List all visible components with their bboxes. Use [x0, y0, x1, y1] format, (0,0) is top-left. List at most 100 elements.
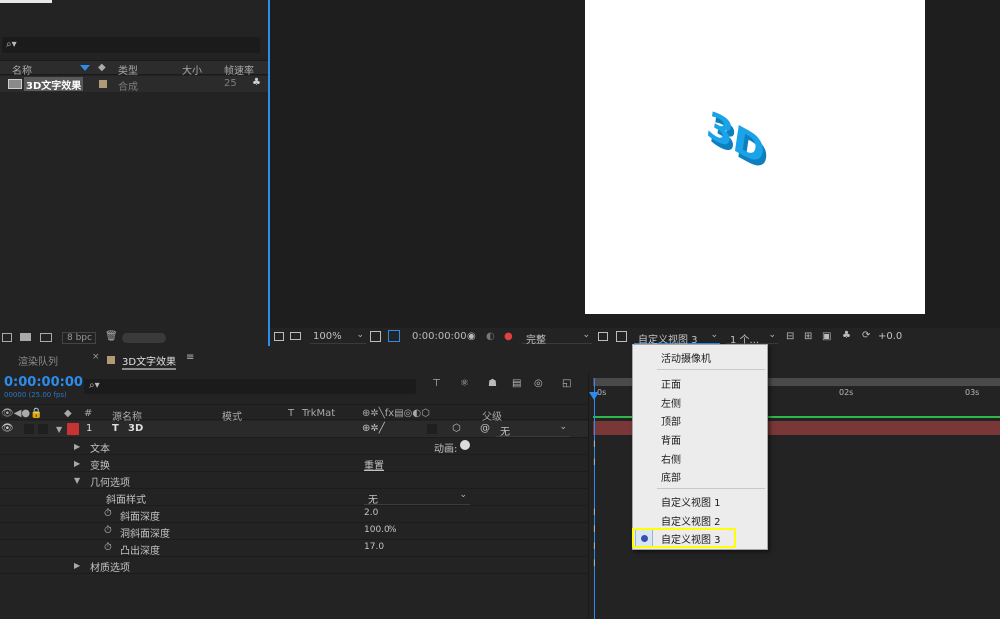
always-preview-icon[interactable] [274, 332, 284, 341]
flowchart-icon[interactable]: ♣ [252, 77, 261, 88]
column-fps[interactable]: 帧速率 [224, 62, 254, 77]
expand-triangle-icon[interactable]: ▼ [56, 425, 62, 434]
property-row-hole-bevel-depth[interactable]: ⏱ 洞斜面深度 100.0 % [0, 523, 588, 540]
menu-item-left[interactable]: 左侧 [661, 395, 681, 410]
layer-name[interactable]: 3D [128, 423, 143, 434]
chevron-down-icon: ⌄ [356, 330, 364, 340]
new-folder-icon[interactable] [20, 333, 31, 341]
property-row-bevel-depth[interactable]: ⏱ 斜面深度 2.0 [0, 506, 588, 523]
menu-item-active-camera[interactable]: 活动摄像机 [661, 350, 711, 365]
monitor-icon[interactable] [290, 332, 301, 340]
current-time-indicator[interactable] [594, 378, 595, 619]
menu-item-bottom[interactable]: 底部 [661, 469, 681, 484]
interpret-footage-icon[interactable] [2, 333, 12, 342]
comp-flowchart-icon[interactable]: ♣ [842, 330, 851, 341]
tab-render-queue[interactable]: 渲染队列 [18, 353, 58, 368]
3d-view-select[interactable]: 自定义视图 3 ⌄ [634, 330, 720, 346]
menu-item-back[interactable]: 背面 [661, 432, 681, 447]
column-name[interactable]: 名称 [12, 62, 32, 77]
menu-item-front[interactable]: 正面 [661, 376, 681, 391]
toggle-pixel-aspect-icon[interactable]: ⊟ [786, 331, 794, 342]
column-trkmat[interactable]: TrkMat [302, 408, 335, 419]
viewer-timecode[interactable]: 0:00:00:00 [412, 331, 467, 342]
fit-icon[interactable] [370, 331, 381, 342]
property-row-transform[interactable]: ▶ 变换 重置 [0, 455, 588, 472]
reset-link[interactable]: 重置 [364, 457, 384, 472]
transparency-grid-icon[interactable] [616, 331, 627, 342]
menu-item-custom-view-2[interactable]: 自定义视图 2 [661, 513, 721, 528]
timeline-icon[interactable]: ▣ [822, 331, 831, 342]
resolution-select[interactable]: 完整 ⌄ [522, 330, 592, 346]
visibility-eye-icon[interactable]: 👁 [1, 423, 14, 434]
bevel-depth-value[interactable]: 2.0 [364, 508, 378, 518]
stopwatch-icon[interactable]: ⏱ [104, 508, 112, 519]
project-item-name[interactable]: 3D文字效果 [24, 77, 84, 92]
project-search-input[interactable]: ⌕▾ [2, 37, 260, 53]
column-size[interactable]: 大小 [182, 62, 202, 77]
playhead-icon[interactable] [589, 392, 599, 400]
sort-arrow-icon[interactable] [80, 65, 90, 71]
parent-select[interactable]: 无 ⌄ [496, 422, 570, 438]
mask-visibility-icon[interactable] [388, 330, 400, 342]
show-snapshot-icon[interactable]: ◐ [486, 331, 495, 342]
shy-layers-icon[interactable]: ☗ [488, 378, 497, 389]
hole-bevel-depth-value[interactable]: 100.0 [364, 525, 390, 535]
collapse-triangle-icon[interactable]: ▶ [74, 561, 80, 570]
extrusion-depth-label: 凸出深度 [120, 546, 160, 557]
region-of-interest-icon[interactable] [598, 332, 608, 341]
chevron-down-icon: ⌄ [459, 490, 467, 500]
collapse-triangle-icon[interactable]: ▶ [74, 459, 80, 468]
layer-switches[interactable]: ⊕✲╱ [362, 423, 385, 434]
color-channels-icon[interactable]: ● [504, 331, 513, 342]
property-row-bevel-style[interactable]: 斜面样式 无 ⌄ [0, 489, 588, 506]
pick-whip-icon[interactable]: @ [480, 423, 490, 434]
menu-item-top[interactable]: 顶部 [661, 413, 681, 428]
menu-item-custom-view-1[interactable]: 自定义视图 1 [661, 494, 721, 509]
lock-toggle[interactable] [38, 424, 48, 434]
expand-triangle-icon[interactable]: ▼ [74, 476, 80, 485]
tab-comp-3d-text[interactable]: 3D文字效果 [122, 353, 177, 370]
trash-icon[interactable]: 🗑 [105, 331, 118, 342]
fast-previews-icon[interactable]: ⊞ [804, 331, 812, 342]
stopwatch-icon[interactable]: ⏱ [104, 525, 112, 536]
column-t: T [288, 408, 295, 419]
camera-snapshot-icon[interactable]: ◉ [467, 331, 476, 342]
exposure-reset-icon[interactable]: ⟳ [862, 330, 870, 341]
menu-item-right[interactable]: 右侧 [661, 451, 681, 466]
close-tab-icon[interactable]: × [92, 352, 100, 362]
column-number: # [84, 408, 93, 419]
frame-blending-icon[interactable]: ▤ [512, 378, 521, 389]
motion-blur-icon[interactable]: ◎ [534, 378, 543, 389]
timeline-search-input[interactable]: ⌕▾ [84, 379, 416, 394]
property-row-material[interactable]: ▶ 材质选项 [0, 557, 588, 574]
switch-box[interactable] [427, 424, 437, 434]
animate-play-icon[interactable] [460, 440, 470, 450]
graph-editor-icon[interactable]: ◱ [562, 378, 571, 389]
layer-label-color[interactable] [67, 423, 79, 435]
property-row-geometry[interactable]: ▼ 几何选项 [0, 472, 588, 489]
3d-layer-cube-icon[interactable]: ⬡ [452, 423, 461, 434]
tab-menu-icon[interactable]: ≡ [186, 352, 194, 363]
draft-3d-icon[interactable]: ⚛ [460, 378, 469, 389]
collapse-triangle-icon[interactable]: ▶ [74, 442, 80, 451]
property-row-text[interactable]: ▶ 文本 动画: [0, 438, 588, 455]
label-tag-icon[interactable]: ◆ [98, 62, 106, 73]
solo-toggle[interactable] [24, 424, 34, 434]
column-type[interactable]: 类型 [118, 62, 138, 77]
view-layout-select[interactable]: 1 个... ⌄ [726, 330, 778, 346]
zoom-select[interactable]: 100% ⌄ [310, 330, 366, 344]
exposure-value[interactable]: +0.0 [878, 331, 902, 342]
bevel-style-select[interactable]: 无 ⌄ [364, 490, 470, 506]
thumbnail-scroll[interactable] [122, 333, 166, 343]
layer-row[interactable]: 👁 ▼ 1 T 3D ⊕✲╱ ⬡ @ 无 ⌄ [0, 421, 588, 438]
3d-view-menu: 活动摄像机 正面 左侧 顶部 背面 右侧 底部 自定义视图 1 自定义视图 2 … [632, 344, 768, 550]
comp-mini-flowchart-icon[interactable]: ⊤ [432, 378, 441, 389]
current-time[interactable]: 0:00:00:00 [4, 375, 83, 390]
stopwatch-icon[interactable]: ⏱ [104, 542, 112, 553]
extrusion-depth-value[interactable]: 17.0 [364, 542, 384, 552]
new-composition-icon[interactable] [40, 333, 52, 342]
composition-canvas[interactable]: 3D 3D [585, 0, 925, 314]
project-item-row[interactable]: 3D文字效果 合成 25 ♣ [0, 76, 268, 93]
bit-depth-button[interactable]: 8 bpc [62, 332, 96, 344]
property-row-extrusion-depth[interactable]: ⏱ 凸出深度 17.0 [0, 540, 588, 557]
